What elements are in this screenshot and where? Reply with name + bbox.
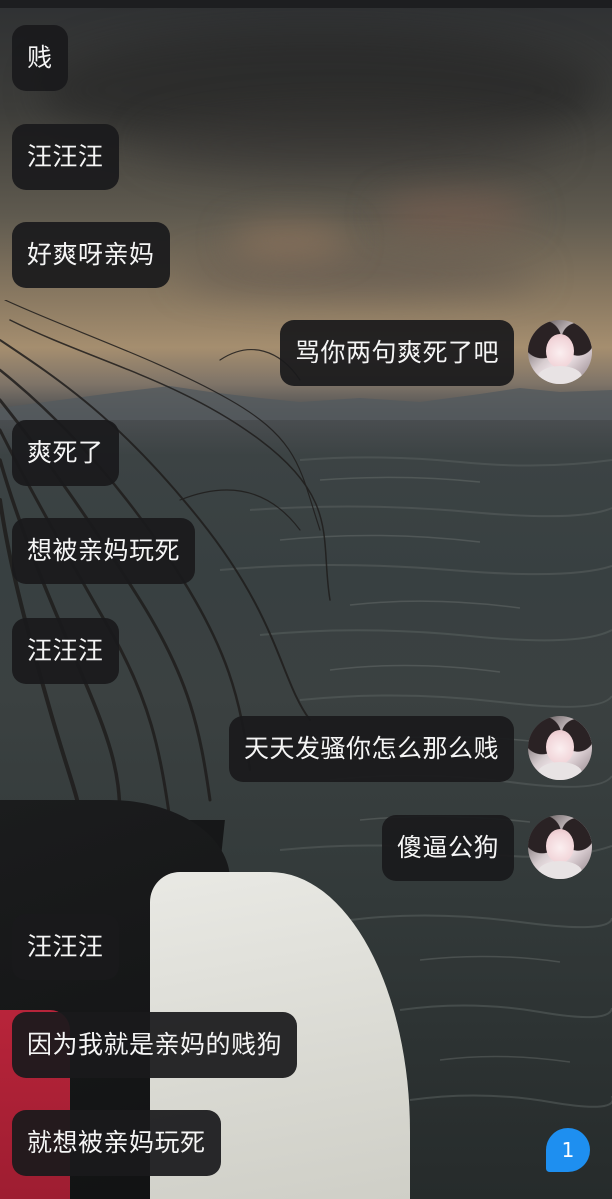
chat-message-received[interactable]: 因为我就是亲妈的贱狗	[12, 1012, 298, 1078]
chat-message-received[interactable]: 爽死了	[12, 420, 119, 486]
chat-message-sent[interactable]: 天天发骚你怎么那么贱	[228, 716, 514, 782]
chat-message-received[interactable]: 汪汪汪	[12, 124, 119, 190]
chat-message-received[interactable]: 想被亲妈玩死	[12, 518, 196, 584]
chat-message-sent[interactable]: 傻逼公狗	[381, 815, 514, 881]
chat-message-received[interactable]: 贱	[12, 25, 68, 91]
user-avatar[interactable]	[528, 320, 592, 384]
chat-message-received[interactable]: 就想被亲妈玩死	[12, 1110, 221, 1176]
user-avatar[interactable]	[528, 716, 592, 780]
chat-message-received[interactable]: 好爽呀亲妈	[12, 222, 170, 288]
user-avatar[interactable]	[528, 815, 592, 879]
unread-count-badge[interactable]: 1	[546, 1128, 590, 1172]
top-bar	[0, 0, 612, 8]
chat-message-received[interactable]: 汪汪汪	[12, 618, 119, 684]
chat-message-received[interactable]: 汪汪汪	[12, 914, 119, 980]
chat-message-sent[interactable]: 骂你两句爽死了吧	[279, 320, 514, 386]
